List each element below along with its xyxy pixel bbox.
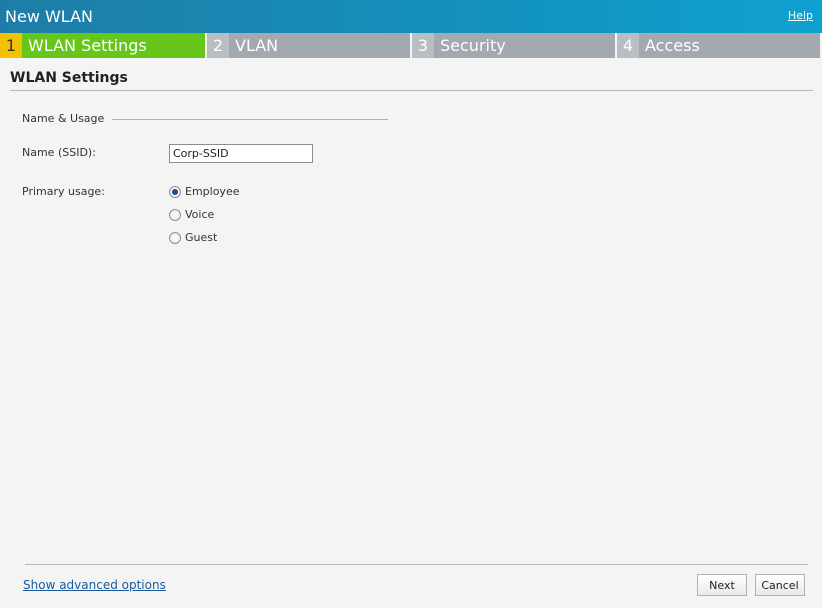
help-link[interactable]: Help xyxy=(788,9,813,22)
usage-option-label: Guest xyxy=(185,231,218,244)
step-security[interactable]: 3 Security xyxy=(412,33,615,58)
group-legend: Name & Usage xyxy=(22,112,105,125)
show-advanced-options-link[interactable]: Show advanced options xyxy=(23,578,166,592)
radio-checked-icon[interactable] xyxy=(169,185,181,198)
step-label: VLAN xyxy=(229,33,410,58)
step-vlan[interactable]: 2 VLAN xyxy=(207,33,410,58)
section-divider xyxy=(10,90,813,91)
next-button[interactable]: Next xyxy=(697,574,747,596)
footer-divider xyxy=(25,564,808,565)
step-number: 1 xyxy=(0,33,22,58)
step-number: 4 xyxy=(617,33,639,58)
usage-option-label: Employee xyxy=(185,185,240,198)
step-number: 2 xyxy=(207,33,229,58)
usage-option-guest[interactable]: Guest xyxy=(169,231,217,244)
window-title: New WLAN xyxy=(5,7,93,26)
group-divider xyxy=(112,119,388,120)
step-label: WLAN Settings xyxy=(22,33,205,58)
radio-unchecked-icon[interactable] xyxy=(169,208,181,221)
usage-option-employee[interactable]: Employee xyxy=(169,185,239,198)
step-access[interactable]: 4 Access xyxy=(617,33,820,58)
radio-unchecked-icon[interactable] xyxy=(169,231,181,244)
step-number: 3 xyxy=(412,33,434,58)
step-label: Security xyxy=(434,33,615,58)
usage-option-voice[interactable]: Voice xyxy=(169,208,214,221)
ssid-label: Name (SSID): xyxy=(22,146,96,159)
cancel-button[interactable]: Cancel xyxy=(755,574,805,596)
primary-usage-label: Primary usage: xyxy=(22,185,105,198)
step-label: Access xyxy=(639,33,820,58)
title-bar: New WLAN Help xyxy=(0,0,822,33)
wizard-steps: 1 WLAN Settings 2 VLAN 3 Security 4 Acce… xyxy=(0,33,822,58)
step-wlan-settings[interactable]: 1 WLAN Settings xyxy=(0,33,205,58)
usage-option-label: Voice xyxy=(185,208,215,221)
ssid-input[interactable] xyxy=(169,144,313,163)
section-title: WLAN Settings xyxy=(10,70,128,86)
